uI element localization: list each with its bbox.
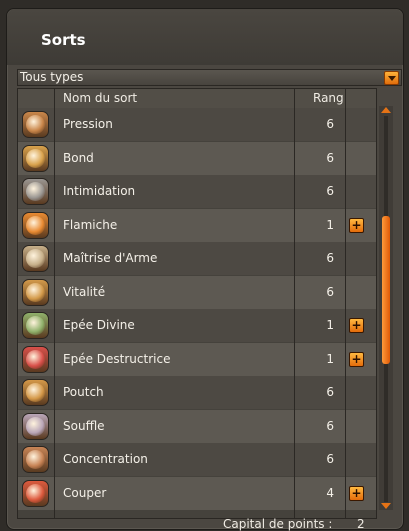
table-row[interactable]: Pression 6 [18,108,376,141]
souffle-spell-icon[interactable] [22,413,49,440]
bond-spell-icon-glyph [26,149,45,168]
spell-name: Epée Destructrice [63,352,171,366]
table-row[interactable]: Couper 4 + [18,477,376,510]
pression-spell-icon-glyph [26,115,45,134]
upgrade-spell-button[interactable]: + [349,352,364,367]
epee-divine-spell-icon-glyph [26,316,45,335]
chevron-down-icon[interactable] [384,71,399,85]
column-header-name[interactable]: Nom du sort [63,91,137,105]
column-divider [345,89,346,518]
concentration-spell-icon[interactable] [22,446,49,473]
capital-label: Capital de points : [223,517,333,531]
couper-spell-icon[interactable] [22,480,49,507]
souffle-spell-icon-glyph [26,417,45,436]
upgrade-spell-button[interactable]: + [349,486,364,501]
spell-rank: 6 [326,184,334,198]
scroll-up-icon[interactable] [381,107,391,113]
spell-rank: 1 [326,352,334,366]
maitrise-arme-spell-icon[interactable] [22,245,49,272]
table-row[interactable]: Epée Destructrice 1 + [18,343,376,376]
upgrade-spell-button[interactable]: + [349,318,364,333]
spell-name: Poutch [63,385,104,399]
epee-divine-spell-icon[interactable] [22,312,49,339]
table-row[interactable]: Concentration 6 [18,443,376,476]
flamiche-spell-icon-glyph [26,216,45,235]
poutch-spell-icon-glyph [26,383,45,402]
window-title: Sorts [41,31,86,49]
poutch-spell-icon[interactable] [22,379,49,406]
spell-rank: 6 [326,452,334,466]
spell-type-dropdown[interactable]: Tous types [17,69,402,86]
epee-destructrice-spell-icon[interactable] [22,346,49,373]
flamiche-spell-icon[interactable] [22,212,49,239]
table-scrollbar[interactable] [379,106,393,510]
spell-name: Couper [63,486,107,500]
intimidation-spell-icon-glyph [26,182,45,201]
column-header-rank[interactable]: Rang [313,91,344,105]
epee-destructrice-spell-icon-glyph [26,350,45,369]
scroll-thumb[interactable] [382,216,390,364]
spell-rank: 6 [326,419,334,433]
spell-rank: 1 [326,218,334,232]
spell-type-selected: Tous types [20,70,84,84]
spell-name: Pression [63,117,113,131]
table-row[interactable]: Intimidation 6 [18,175,376,208]
table-row[interactable]: Vitalité 6 [18,276,376,309]
spell-name: Concentration [63,452,148,466]
table-row[interactable]: Bond 6 [18,142,376,175]
intimidation-spell-icon[interactable] [22,178,49,205]
bond-spell-icon[interactable] [22,145,49,172]
table-row[interactable]: Souffle 6 [18,410,376,443]
column-divider [294,89,295,518]
couper-spell-icon-glyph [26,484,45,503]
vitalite-spell-icon-glyph [26,283,45,302]
spells-table: Nom du sort Rang Pression 6 Bond 6 Intimidat… [17,88,377,519]
vitalite-spell-icon[interactable] [22,279,49,306]
spell-name: Epée Divine [63,318,135,332]
concentration-spell-icon-glyph [26,450,45,469]
upgrade-spell-button[interactable]: + [349,218,364,233]
spell-rank: 6 [326,385,334,399]
spell-name: Maîtrise d'Arme [63,251,158,265]
capital-value: 2 [357,517,365,531]
title-bar[interactable]: Sorts [7,9,403,65]
spell-name: Vitalité [63,285,106,299]
spell-name: Intimidation [63,184,136,198]
spell-rank: 4 [326,486,334,500]
table-header: Nom du sort Rang [18,89,376,108]
spell-rank: 6 [326,285,334,299]
table-row[interactable]: Flamiche 1 + [18,209,376,242]
table-row[interactable]: Epée Divine 1 + [18,309,376,342]
spell-name: Souffle [63,419,105,433]
spells-window: Sorts Tous types Nom du sort Rang Pressi… [6,8,404,531]
spell-rank: 6 [326,151,334,165]
table-row[interactable]: Maîtrise d'Arme 6 [18,242,376,275]
spell-rank: 6 [326,117,334,131]
spell-rank: 1 [326,318,334,332]
table-row[interactable]: Poutch 6 [18,376,376,409]
pression-spell-icon[interactable] [22,111,49,138]
spell-rank: 6 [326,251,334,265]
spell-name: Bond [63,151,94,165]
scroll-down-icon[interactable] [381,503,391,509]
column-divider [54,89,55,518]
footer: Capital de points : 2 [7,517,403,531]
spell-name: Flamiche [63,218,118,232]
maitrise-arme-spell-icon-glyph [26,249,45,268]
